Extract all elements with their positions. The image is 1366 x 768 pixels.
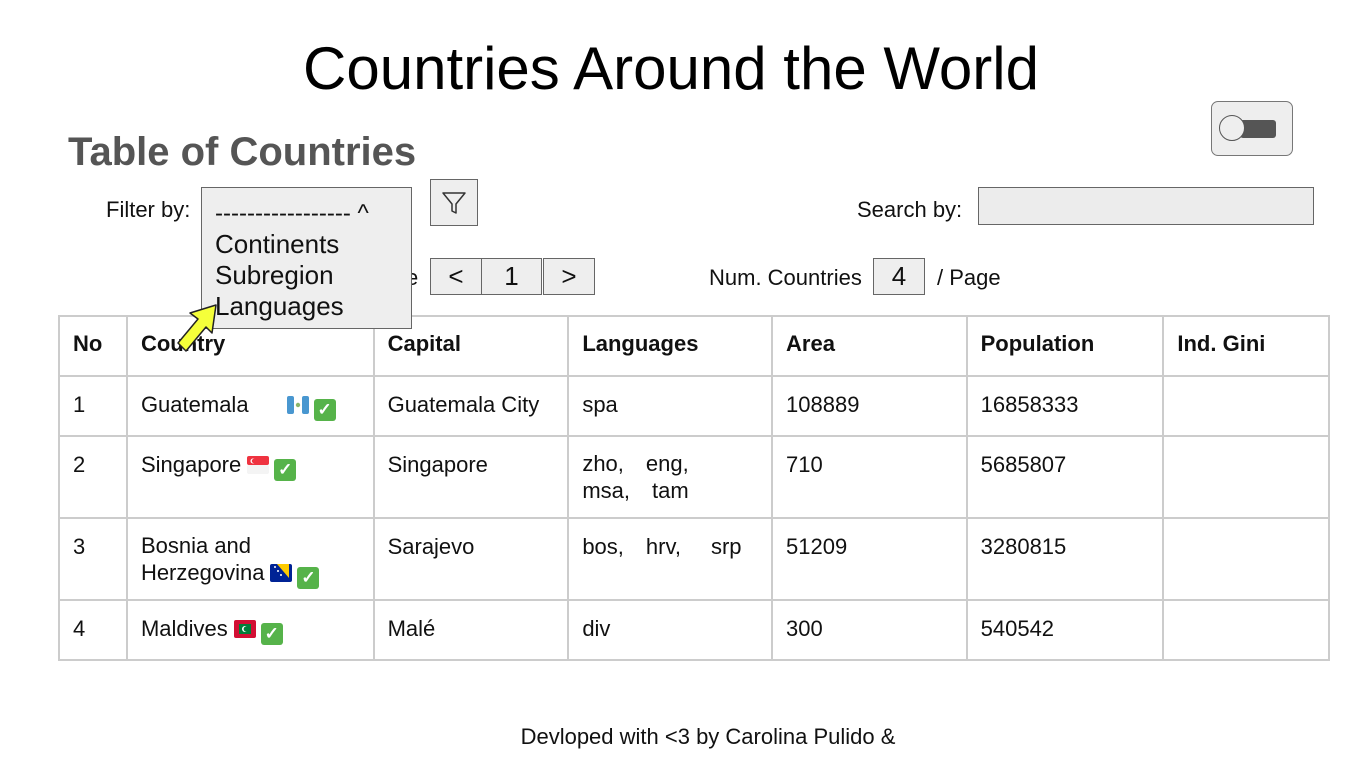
cell-country: Guatemala ✓ bbox=[125, 375, 375, 437]
table-row: 4 Maldives ✓ Malé div 300 540542 bbox=[58, 599, 1330, 661]
language-code: bos, bbox=[582, 534, 624, 559]
page-number-input[interactable]: 1 bbox=[481, 258, 542, 295]
cell-no: 4 bbox=[58, 599, 128, 661]
cell-country: Singapore ✓ bbox=[125, 435, 375, 519]
cell-population: 5685807 bbox=[965, 435, 1165, 519]
funnel-icon bbox=[442, 191, 466, 214]
header-area[interactable]: Area bbox=[771, 315, 968, 377]
header-population[interactable]: Population bbox=[965, 315, 1165, 377]
language-code: msa, bbox=[582, 478, 630, 503]
singapore-flag-icon bbox=[247, 456, 270, 474]
table-row: 2 Singapore ✓ Singapore zho, eng, msa, tam 7… bbox=[58, 435, 1330, 519]
filter-option-languages[interactable]: Languages bbox=[215, 291, 411, 322]
country-name: Singapore bbox=[140, 452, 242, 477]
num-countries-label: Num. Countries bbox=[709, 265, 862, 290]
cell-population: 16858333 bbox=[965, 375, 1165, 437]
cell-population: 3280815 bbox=[965, 517, 1165, 601]
check-icon: ✓ bbox=[297, 567, 320, 589]
language-code: zho, bbox=[582, 451, 624, 476]
countries-table: No Country Capital Languages Area Popula… bbox=[58, 315, 1330, 661]
check-icon: ✓ bbox=[274, 459, 297, 481]
cell-gini bbox=[1162, 375, 1330, 437]
search-input[interactable] bbox=[978, 187, 1314, 225]
pointer-arrow-icon bbox=[177, 304, 217, 352]
filter-dropdown-selected[interactable]: ----------------- ^ bbox=[215, 198, 411, 229]
num-countries-input[interactable]: 4 bbox=[873, 258, 925, 295]
country-name: Guatemala bbox=[140, 392, 249, 417]
language-code: tam bbox=[652, 478, 689, 503]
filter-option-continents[interactable]: Continents bbox=[215, 229, 411, 260]
filter-option-subregion[interactable]: Subregion bbox=[215, 260, 411, 291]
country-name: Bosnia and Herzegovina bbox=[140, 533, 265, 585]
guatemala-flag-icon bbox=[286, 396, 309, 414]
cell-country: Bosnia and Herzegovina ✓ bbox=[125, 517, 375, 601]
filter-button[interactable] bbox=[430, 179, 478, 226]
search-label: Search by: bbox=[857, 197, 963, 222]
country-name: Maldives bbox=[140, 616, 228, 641]
cell-languages: zho, eng, msa, tam bbox=[567, 435, 774, 519]
per-page-label: / Page bbox=[937, 265, 1001, 290]
cell-capital: Malé bbox=[372, 599, 570, 661]
cell-no: 2 bbox=[58, 435, 128, 519]
cell-capital: Sarajevo bbox=[372, 517, 570, 601]
cell-area: 51209 bbox=[771, 517, 968, 601]
prev-page-button[interactable]: < bbox=[430, 258, 482, 295]
header-no[interactable]: No bbox=[58, 315, 128, 377]
cell-no: 1 bbox=[58, 375, 128, 437]
cell-area: 710 bbox=[771, 435, 968, 519]
cell-gini bbox=[1162, 435, 1330, 519]
header-gini[interactable]: Ind. Gini bbox=[1162, 315, 1330, 377]
cell-gini bbox=[1162, 599, 1330, 661]
cell-gini bbox=[1162, 517, 1330, 601]
cell-population: 540542 bbox=[965, 599, 1165, 661]
cell-languages: spa bbox=[567, 375, 774, 437]
table-row: 1 Guatemala ✓ Guatemala City spa 108889 1… bbox=[58, 375, 1330, 437]
cell-no: 3 bbox=[58, 517, 128, 601]
footer-credit: Devloped with <3 by Carolina Pulido & bbox=[520, 724, 896, 749]
check-icon: ✓ bbox=[260, 623, 283, 645]
section-title: Table of Countries bbox=[68, 130, 417, 174]
cell-capital: Guatemala City bbox=[372, 375, 570, 437]
filter-dropdown[interactable]: ----------------- ^ Continents Subregion… bbox=[201, 187, 412, 329]
cell-area: 108889 bbox=[771, 375, 968, 437]
header-languages[interactable]: Languages bbox=[567, 315, 774, 377]
language-code: div bbox=[582, 616, 611, 641]
cell-area: 300 bbox=[771, 599, 968, 661]
bosnia-flag-icon bbox=[270, 564, 293, 582]
cell-country: Maldives ✓ bbox=[125, 599, 375, 661]
next-page-button[interactable]: > bbox=[543, 258, 595, 295]
language-code: hrv, bbox=[645, 534, 681, 559]
language-code: srp bbox=[710, 534, 742, 559]
toggle-track bbox=[1240, 120, 1276, 138]
language-code: spa bbox=[582, 392, 618, 417]
language-code: eng, bbox=[645, 451, 689, 476]
cell-languages: bos, hrv, srp bbox=[567, 517, 774, 601]
maldives-flag-icon bbox=[233, 620, 256, 638]
page-title: Countries Around the World bbox=[303, 35, 1039, 102]
cell-languages: div bbox=[567, 599, 774, 661]
filter-label: Filter by: bbox=[106, 197, 191, 222]
table-row: 3 Bosnia and Herzegovina ✓ Sarajevo bos, h… bbox=[58, 517, 1330, 601]
theme-toggle[interactable] bbox=[1211, 101, 1293, 156]
check-icon: ✓ bbox=[313, 399, 336, 421]
cell-capital: Singapore bbox=[372, 435, 570, 519]
toggle-knob bbox=[1219, 115, 1245, 141]
